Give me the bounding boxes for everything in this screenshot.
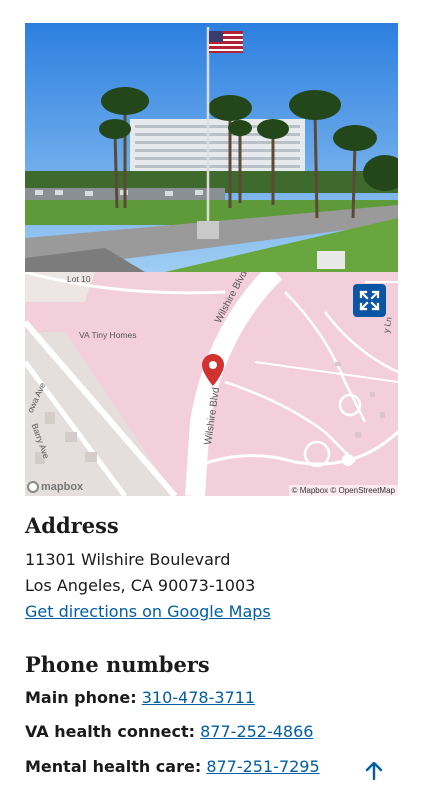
mapbox-logo-icon	[27, 481, 39, 493]
address-line-2: Los Angeles, CA 90073-1003	[25, 576, 256, 595]
expand-icon	[359, 290, 380, 311]
main-phone-label: Main phone:	[25, 688, 137, 707]
map[interactable]: Lot 10 VA Tiny Homes Wilshire Blvd Wilsh…	[25, 272, 398, 496]
facility-photo	[25, 23, 398, 272]
map-pin-icon[interactable]	[202, 354, 224, 386]
google-maps-directions-link[interactable]: Get directions on Google Maps	[25, 602, 271, 621]
expand-map-button[interactable]	[353, 284, 386, 317]
address-heading: Address	[25, 513, 119, 538]
main-phone-link[interactable]: 310-478-3711	[142, 688, 255, 707]
health-connect-link[interactable]: 877-252-4866	[200, 722, 313, 741]
map-attribution[interactable]: © Mapbox © OpenStreetMap	[288, 485, 398, 496]
back-to-top-button[interactable]	[363, 760, 385, 782]
phone-row-health-connect: VA health connect: 877-252-4866	[25, 722, 313, 741]
map-label-tiny-homes: VA Tiny Homes	[79, 330, 137, 340]
arrow-up-icon	[365, 761, 383, 781]
mental-health-link[interactable]: 877-251-7295	[206, 757, 319, 776]
mapbox-wordmark: mapbox	[41, 481, 84, 493]
phone-row-mental-health: Mental health care: 877-251-7295	[25, 757, 320, 776]
address-line-1: 11301 Wilshire Boulevard	[25, 550, 231, 569]
directions-line: Get directions on Google Maps	[25, 602, 271, 621]
phone-row-main: Main phone: 310-478-3711	[25, 688, 255, 707]
mapbox-logo[interactable]: mapbox	[27, 481, 83, 493]
map-label-lot: Lot 10	[67, 274, 91, 284]
phone-numbers-heading: Phone numbers	[25, 652, 210, 677]
mental-health-label: Mental health care:	[25, 757, 202, 776]
health-connect-label: VA health connect:	[25, 722, 196, 741]
